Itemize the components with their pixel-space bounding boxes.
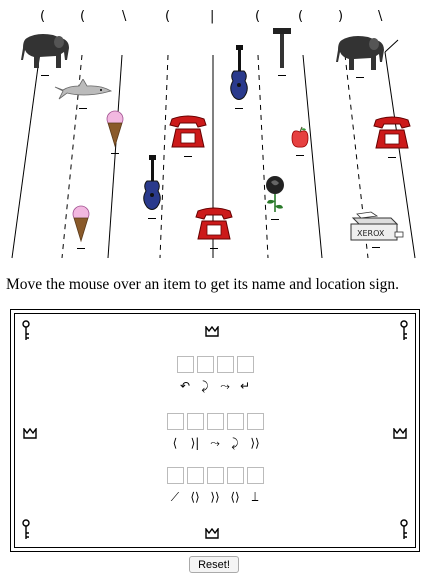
letter-slot[interactable] [226, 413, 244, 430]
location-sign: ⟩| [190, 436, 200, 450]
sign-row: ⟨ ⟩| ⤳ ⤸ ⟩⟩ [15, 435, 415, 451]
location-sign: ⟨⟩ [230, 490, 240, 504]
key-icon [22, 519, 30, 539]
location-sign: ↶ [179, 379, 191, 393]
ceiling-mark: ) [338, 9, 343, 24]
hammer-icon[interactable] [271, 26, 293, 76]
ceiling-mark: | [210, 9, 214, 24]
crown-icon [205, 528, 219, 539]
letter-slot[interactable] [246, 467, 264, 484]
letter-slot[interactable] [176, 356, 194, 373]
shark-icon[interactable] [53, 78, 113, 109]
sign-row: ↶ ⤸ ⤳ ↵ [15, 378, 415, 394]
xerox-machine-icon[interactable]: XEROX [347, 210, 405, 248]
location-sign: ⤳ [220, 379, 230, 393]
ceiling-mark: ( [80, 9, 85, 24]
slot-row [15, 356, 415, 373]
ceiling-mark: \ [378, 9, 383, 24]
letter-slot[interactable] [206, 467, 224, 484]
instruction-text: Move the mouse over an item to get its n… [6, 276, 400, 293]
key-icon [400, 320, 408, 340]
location-sign: ⤸ [201, 379, 209, 393]
letter-slot[interactable] [206, 413, 224, 430]
ceiling-mark: ( [165, 9, 170, 24]
ceiling-mark: ( [40, 9, 45, 24]
location-sign: ⟋ [170, 490, 180, 504]
key-icon [400, 519, 408, 539]
guitar-icon[interactable] [141, 155, 163, 219]
location-sign: ⤳ [210, 436, 220, 450]
slot-row [15, 467, 415, 484]
elephant-icon[interactable] [332, 32, 388, 78]
reset-button[interactable]: Reset! [189, 556, 239, 573]
ceiling-mark: \ [122, 9, 127, 24]
slot-row [15, 413, 415, 430]
rose-icon[interactable] [262, 174, 288, 220]
letter-slot[interactable] [246, 413, 264, 430]
telephone-icon[interactable] [372, 116, 412, 158]
location-sign: ⟨ [172, 436, 178, 450]
elephant-icon[interactable] [17, 30, 73, 76]
letter-slot[interactable] [216, 356, 234, 373]
letter-slot[interactable] [186, 413, 204, 430]
letter-slot[interactable] [166, 413, 184, 430]
telephone-icon[interactable] [194, 207, 234, 249]
ice-cream-icon[interactable] [106, 110, 124, 154]
location-sign: ⟩⟩ [250, 436, 260, 450]
ceiling-mark: ( [298, 9, 303, 24]
telephone-icon[interactable] [168, 115, 208, 157]
item-scene: ( ( \ ( | ( () \ XEROX [0, 0, 430, 262]
apple-icon[interactable] [290, 126, 310, 156]
sign-board-inner: ↶ ⤸ ⤳ ↵ ⟨ ⟩| ⤳ ⤸ ⟩⟩ ⟋ ⟨⟩ ⟩⟩ ⟨⟩ ⟘ [14, 313, 416, 548]
sign-row: ⟋ ⟨⟩ ⟩⟩ ⟨⟩ ⟘ [15, 489, 415, 505]
location-sign: ⟩⟩ [210, 490, 220, 504]
letter-slot[interactable] [236, 356, 254, 373]
letter-slot[interactable] [186, 467, 204, 484]
xerox-label: XEROX [357, 229, 385, 238]
location-sign: ⟨⟩ [190, 490, 200, 504]
guitar-icon[interactable] [228, 45, 250, 109]
letter-slot[interactable] [166, 467, 184, 484]
ice-cream-icon[interactable] [72, 205, 90, 249]
sign-board: ↶ ⤸ ⤳ ↵ ⟨ ⟩| ⤳ ⤸ ⟩⟩ ⟋ ⟨⟩ ⟩⟩ ⟨⟩ ⟘ [10, 309, 420, 552]
ceiling-mark: ( [255, 9, 260, 24]
letter-slot[interactable] [226, 467, 244, 484]
key-icon [22, 320, 30, 340]
letter-slot[interactable] [196, 356, 214, 373]
location-sign: ⤸ [231, 436, 239, 450]
crown-icon [205, 326, 219, 337]
location-sign: ↵ [239, 379, 251, 393]
location-sign: ⟘ [251, 490, 259, 504]
